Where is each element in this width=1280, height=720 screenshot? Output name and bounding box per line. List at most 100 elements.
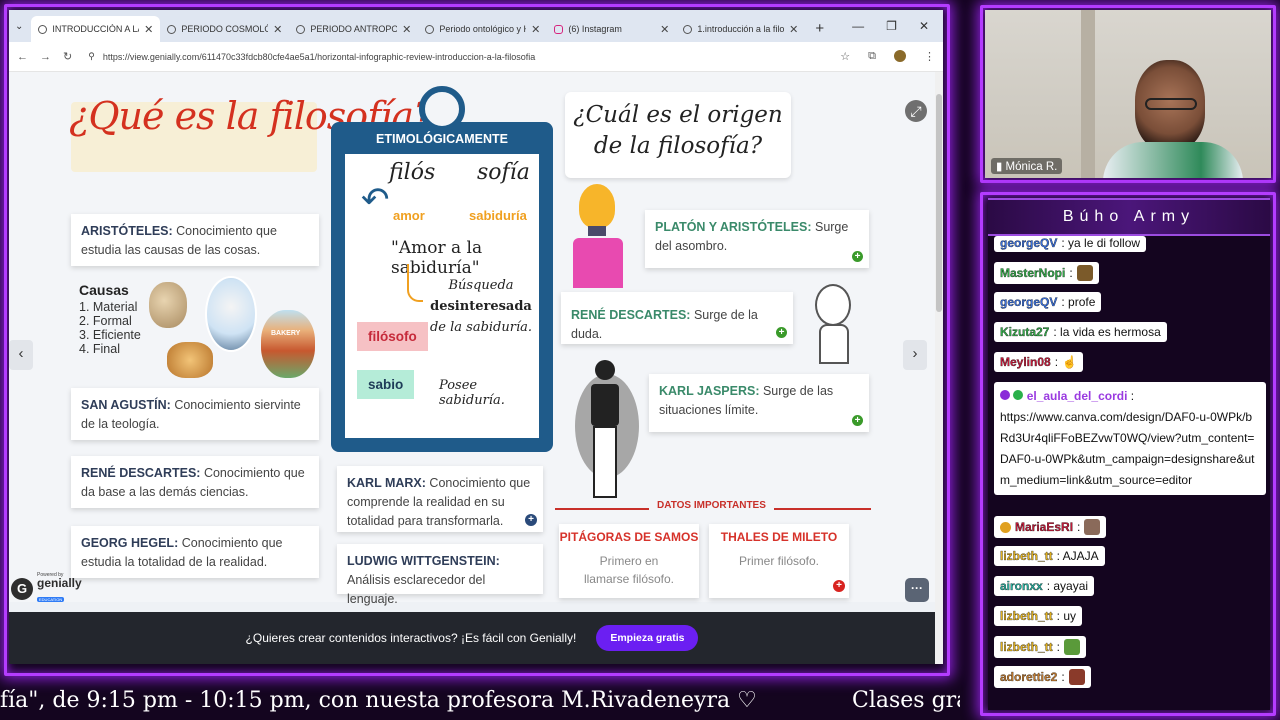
- genially-g-icon: G: [11, 578, 33, 600]
- expand-plus-icon[interactable]: +: [852, 251, 863, 262]
- tab-close-icon[interactable]: ✕: [402, 23, 411, 36]
- next-slide-button[interactable]: ›: [903, 340, 927, 370]
- profile-avatar-icon[interactable]: [894, 50, 906, 62]
- expand-plus-icon[interactable]: +: [525, 514, 537, 526]
- forward-icon[interactable]: →: [40, 51, 51, 63]
- minimize-icon[interactable]: —: [852, 19, 864, 33]
- pointing-hand-icon: ☝: [1062, 355, 1077, 369]
- datos-heading: DATOS IMPORTANTES: [649, 500, 774, 511]
- tab-cosmologico[interactable]: PERIODO COSMOLÓGICO ✕: [160, 16, 289, 42]
- chat-text: : la vida es hermosa: [1053, 325, 1161, 339]
- card-san-agustin: SAN AGUSTÍN: Conocimiento siervinte de l…: [71, 388, 319, 440]
- tab-close-icon[interactable]: ✕: [660, 23, 669, 36]
- chat-username[interactable]: Meylin08: [1000, 355, 1051, 369]
- address-bar[interactable]: ⚲ https://view.genially.com/611470c33fdc…: [84, 46, 828, 68]
- window-controls: — ❐ ✕: [852, 19, 943, 33]
- chat-username[interactable]: georgeQV: [1000, 236, 1058, 250]
- tab-close-icon[interactable]: ✕: [789, 23, 798, 36]
- genially-favicon-icon: [425, 24, 435, 34]
- card-author: LUDWIG WITTGENSTEIN:: [347, 554, 500, 568]
- chat-username[interactable]: adorettie2: [1000, 670, 1058, 684]
- chat-username[interactable]: Kizuta27: [1000, 325, 1050, 339]
- coin-badge-icon: [1000, 521, 1011, 533]
- chat-link-message: el_aula_del_cordi : https://www.canva.co…: [994, 382, 1266, 495]
- genially-favicon-icon: [167, 24, 177, 34]
- chat-text: : AJAJA: [1056, 549, 1099, 563]
- chat-text: :: [1077, 520, 1081, 534]
- causa-item: 1. Material: [79, 300, 138, 314]
- presenter-glasses: [1145, 98, 1197, 110]
- bread-image: [167, 342, 213, 378]
- busqueda-text: Búsqueda desinteresada de la sabiduría.: [421, 276, 541, 338]
- card-author: KARL JASPERS:: [659, 384, 760, 398]
- bakery-sign: BAKERY: [271, 330, 301, 337]
- causa-item: 4. Final: [79, 342, 120, 356]
- tab-instagram[interactable]: (6) Instagram ✕: [547, 16, 676, 42]
- back-icon[interactable]: ←: [17, 51, 28, 63]
- chat-link-text[interactable]: https://www.canva.com/design/DAF0-u-0WPk…: [1000, 407, 1260, 491]
- tab-list-chevron-icon[interactable]: ⌄: [15, 21, 31, 32]
- instagram-favicon-icon: [554, 24, 564, 34]
- tab-filosofia[interactable]: 1.introducción a la filosofí ✕: [676, 16, 805, 42]
- chat-panel: Búho Army georgeQV : ya le di follow Mas…: [988, 198, 1270, 710]
- chat-text: : ya le di follow: [1061, 236, 1141, 250]
- extensions-icon[interactable]: ⧉: [868, 50, 876, 63]
- causa-item: 2. Formal: [79, 314, 132, 328]
- chat-username[interactable]: aironxx: [1000, 579, 1043, 593]
- busqueda-post: de la sabiduría.: [429, 319, 533, 335]
- card-thales: THALES DE MILETO Primer filósofo. +: [709, 524, 849, 598]
- start-free-button[interactable]: Empieza gratis: [596, 625, 699, 651]
- promo-text: ¿Quieres crear contenidos interactivos? …: [245, 631, 577, 645]
- reload-icon[interactable]: ↻: [63, 50, 72, 63]
- tab-close-icon[interactable]: ✕: [144, 23, 153, 36]
- chat-username[interactable]: el_aula_del_cordi: [1027, 389, 1128, 403]
- genially-favicon-icon: [683, 24, 693, 34]
- fullscreen-toggle-icon[interactable]: ⤢: [905, 100, 927, 122]
- card-descartes-origin: RENÉ DESCARTES: Surge de la duda. +: [561, 292, 793, 344]
- new-tab-icon[interactable]: +: [805, 20, 834, 37]
- mod-badge-icon: [1000, 390, 1010, 400]
- chat-username[interactable]: MariaEsRI: [1015, 520, 1073, 534]
- chat-username[interactable]: lizbeth_tt: [1000, 609, 1053, 623]
- tab-introduccion[interactable]: INTRODUCCIÓN A LA FILO ✕: [31, 16, 161, 42]
- chat-message: lizbeth_tt : AJAJA: [994, 546, 1105, 566]
- causas-heading: Causas: [79, 282, 129, 298]
- previous-slide-button[interactable]: ‹: [9, 340, 33, 370]
- causa-item: 3. Eficiente: [79, 328, 141, 342]
- more-options-button[interactable]: ···: [905, 578, 929, 602]
- chat-text: : profe: [1061, 295, 1096, 309]
- curved-arrow-icon: ↶: [361, 181, 390, 219]
- chat-username[interactable]: MasterNopi: [1000, 266, 1066, 280]
- chat-title: Búho Army: [988, 198, 1270, 236]
- maximize-icon[interactable]: ❐: [886, 19, 897, 33]
- tab-ontologico[interactable]: Periodo ontológico y Hele ✕: [418, 16, 547, 42]
- card-author: GEORG HEGEL:: [81, 536, 179, 550]
- close-window-icon[interactable]: ✕: [919, 19, 929, 33]
- tab-close-icon[interactable]: ✕: [273, 23, 282, 36]
- scrollbar-thumb[interactable]: [936, 94, 942, 312]
- card-author: RENÉ DESCARTES:: [571, 308, 691, 322]
- expand-plus-icon[interactable]: +: [776, 327, 787, 338]
- menu-kebab-icon[interactable]: ⋮: [924, 50, 935, 63]
- chat-username[interactable]: lizbeth_tt: [1000, 549, 1053, 563]
- bakery-image: BAKERY: [261, 310, 315, 378]
- baker-image: [205, 276, 257, 352]
- bookmark-star-icon[interactable]: ☆: [840, 50, 850, 63]
- etimologia-heading: ETIMOLÓGICAMENTE: [376, 132, 508, 146]
- tab-bar: ⌄ INTRODUCCIÓN A LA FILO ✕ PERIODO COSMO…: [9, 10, 943, 42]
- card-text: Análisis esclarecedor del lenguaje.: [347, 572, 486, 606]
- standing-man-image: [571, 360, 643, 508]
- scrolling-ticker: fía", de 9:15 pm - 10:15 pm, con nuesta …: [0, 684, 960, 720]
- expand-plus-icon[interactable]: +: [833, 580, 845, 592]
- genially-logo[interactable]: G Powered by genially EDUCATION: [11, 572, 82, 606]
- site-info-icon[interactable]: ⚲: [88, 51, 95, 62]
- webcam-feed: ▮ Mónica R.: [985, 10, 1271, 178]
- tab-close-icon[interactable]: ✕: [531, 23, 540, 36]
- expand-plus-icon[interactable]: +: [852, 415, 863, 426]
- presenter-name: Mónica R.: [1005, 161, 1058, 173]
- chat-username[interactable]: lizbeth_tt: [1000, 640, 1053, 654]
- chat-username[interactable]: georgeQV: [1000, 295, 1058, 309]
- word-filos: filós: [389, 160, 436, 185]
- tab-antropologico[interactable]: PERIODO ANTROPOLÓGI ✕: [289, 16, 418, 42]
- page-scrollbar[interactable]: [935, 72, 943, 664]
